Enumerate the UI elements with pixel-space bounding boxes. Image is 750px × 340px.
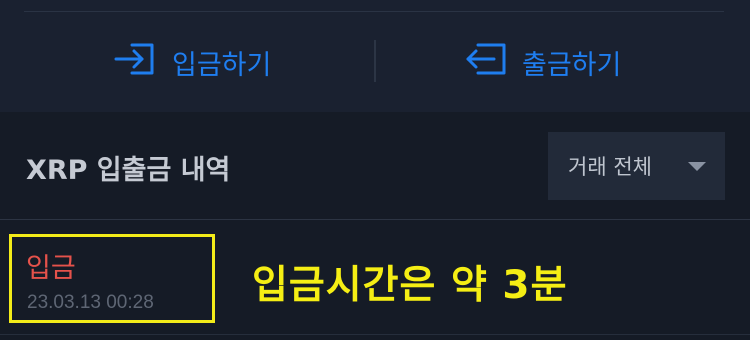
top-action-panel: 입금하기 출금하기 bbox=[0, 0, 750, 112]
deposit-button[interactable]: 입금하기 bbox=[112, 36, 271, 88]
transaction-time: 23.03.13 00:28 bbox=[27, 292, 154, 313]
top-divider bbox=[24, 11, 724, 12]
transaction-filter-select[interactable]: 거래 전체 bbox=[548, 132, 725, 200]
action-separator bbox=[374, 40, 376, 82]
annotation-text: 입금시간은 약 3분 bbox=[252, 263, 568, 308]
deposit-arrow-icon bbox=[112, 39, 158, 86]
withdraw-button-label: 출금하기 bbox=[522, 49, 622, 81]
filter-select-value: 거래 전체 bbox=[568, 155, 652, 179]
caret-down-icon bbox=[688, 162, 706, 171]
withdraw-arrow-icon bbox=[462, 39, 508, 86]
deposit-button-label: 입금하기 bbox=[172, 49, 272, 81]
withdraw-button[interactable]: 출금하기 bbox=[462, 36, 621, 88]
history-title: XRP 입출금 내역 bbox=[26, 155, 231, 186]
bottom-divider bbox=[0, 334, 750, 335]
transaction-type: 입금 bbox=[26, 253, 76, 284]
transaction-row[interactable]: 입금 23.03.13 00:28 입금시간은 약 3분 bbox=[0, 220, 750, 334]
